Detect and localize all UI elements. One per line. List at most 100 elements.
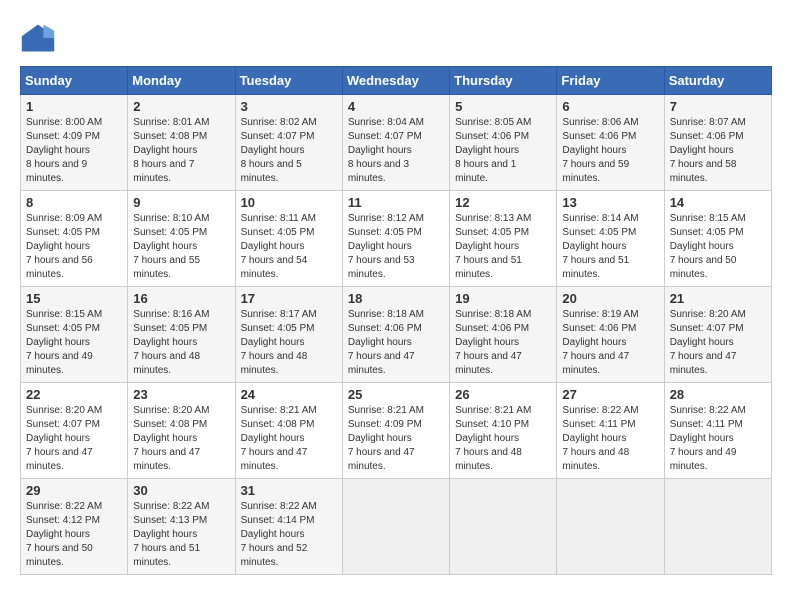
week-row-4: 22 Sunrise: 8:20 AM Sunset: 4:07 PM Dayl… <box>21 383 772 479</box>
week-row-2: 8 Sunrise: 8:09 AM Sunset: 4:05 PM Dayli… <box>21 191 772 287</box>
day-info: Sunrise: 8:20 AM Sunset: 4:07 PM Dayligh… <box>670 308 766 378</box>
day-number: 3 <box>241 99 337 114</box>
weekday-header-wednesday: Wednesday <box>342 67 449 95</box>
calendar-cell: 16 Sunrise: 8:16 AM Sunset: 4:05 PM Dayl… <box>128 287 235 383</box>
day-number: 15 <box>26 291 122 306</box>
day-number: 5 <box>455 99 551 114</box>
calendar-cell: 13 Sunrise: 8:14 AM Sunset: 4:05 PM Dayl… <box>557 191 664 287</box>
weekday-header-monday: Monday <box>128 67 235 95</box>
calendar-cell: 24 Sunrise: 8:21 AM Sunset: 4:08 PM Dayl… <box>235 383 342 479</box>
day-number: 29 <box>26 483 122 498</box>
day-info: Sunrise: 8:15 AM Sunset: 4:05 PM Dayligh… <box>26 308 122 378</box>
day-info: Sunrise: 8:02 AM Sunset: 4:07 PM Dayligh… <box>241 116 337 186</box>
day-number: 6 <box>562 99 658 114</box>
day-info: Sunrise: 8:21 AM Sunset: 4:09 PM Dayligh… <box>348 404 444 474</box>
calendar-cell: 22 Sunrise: 8:20 AM Sunset: 4:07 PM Dayl… <box>21 383 128 479</box>
day-info: Sunrise: 8:16 AM Sunset: 4:05 PM Dayligh… <box>133 308 229 378</box>
day-info: Sunrise: 8:22 AM Sunset: 4:11 PM Dayligh… <box>670 404 766 474</box>
weekday-header-saturday: Saturday <box>664 67 771 95</box>
day-number: 18 <box>348 291 444 306</box>
calendar-cell: 17 Sunrise: 8:17 AM Sunset: 4:05 PM Dayl… <box>235 287 342 383</box>
calendar-cell <box>557 479 664 575</box>
calendar-cell: 7 Sunrise: 8:07 AM Sunset: 4:06 PM Dayli… <box>664 95 771 191</box>
calendar-cell: 25 Sunrise: 8:21 AM Sunset: 4:09 PM Dayl… <box>342 383 449 479</box>
day-info: Sunrise: 8:17 AM Sunset: 4:05 PM Dayligh… <box>241 308 337 378</box>
calendar-cell: 12 Sunrise: 8:13 AM Sunset: 4:05 PM Dayl… <box>450 191 557 287</box>
day-number: 24 <box>241 387 337 402</box>
calendar-cell: 3 Sunrise: 8:02 AM Sunset: 4:07 PM Dayli… <box>235 95 342 191</box>
calendar-cell: 1 Sunrise: 8:00 AM Sunset: 4:09 PM Dayli… <box>21 95 128 191</box>
day-number: 31 <box>241 483 337 498</box>
day-number: 7 <box>670 99 766 114</box>
calendar-cell: 4 Sunrise: 8:04 AM Sunset: 4:07 PM Dayli… <box>342 95 449 191</box>
calendar-cell: 9 Sunrise: 8:10 AM Sunset: 4:05 PM Dayli… <box>128 191 235 287</box>
day-number: 27 <box>562 387 658 402</box>
day-number: 17 <box>241 291 337 306</box>
day-info: Sunrise: 8:13 AM Sunset: 4:05 PM Dayligh… <box>455 212 551 282</box>
day-info: Sunrise: 8:09 AM Sunset: 4:05 PM Dayligh… <box>26 212 122 282</box>
day-info: Sunrise: 8:21 AM Sunset: 4:10 PM Dayligh… <box>455 404 551 474</box>
logo <box>20 20 60 56</box>
day-number: 19 <box>455 291 551 306</box>
calendar-cell <box>342 479 449 575</box>
day-number: 10 <box>241 195 337 210</box>
calendar-cell: 26 Sunrise: 8:21 AM Sunset: 4:10 PM Dayl… <box>450 383 557 479</box>
weekday-header-thursday: Thursday <box>450 67 557 95</box>
day-number: 2 <box>133 99 229 114</box>
day-number: 20 <box>562 291 658 306</box>
weekday-header-row: SundayMondayTuesdayWednesdayThursdayFrid… <box>21 67 772 95</box>
calendar-cell: 15 Sunrise: 8:15 AM Sunset: 4:05 PM Dayl… <box>21 287 128 383</box>
calendar-cell: 21 Sunrise: 8:20 AM Sunset: 4:07 PM Dayl… <box>664 287 771 383</box>
calendar-cell: 20 Sunrise: 8:19 AM Sunset: 4:06 PM Dayl… <box>557 287 664 383</box>
day-info: Sunrise: 8:14 AM Sunset: 4:05 PM Dayligh… <box>562 212 658 282</box>
calendar-cell <box>450 479 557 575</box>
weekday-header-tuesday: Tuesday <box>235 67 342 95</box>
calendar-table: SundayMondayTuesdayWednesdayThursdayFrid… <box>20 66 772 575</box>
calendar-cell: 29 Sunrise: 8:22 AM Sunset: 4:12 PM Dayl… <box>21 479 128 575</box>
day-info: Sunrise: 8:21 AM Sunset: 4:08 PM Dayligh… <box>241 404 337 474</box>
day-info: Sunrise: 8:22 AM Sunset: 4:14 PM Dayligh… <box>241 500 337 570</box>
calendar-cell: 19 Sunrise: 8:18 AM Sunset: 4:06 PM Dayl… <box>450 287 557 383</box>
day-info: Sunrise: 8:12 AM Sunset: 4:05 PM Dayligh… <box>348 212 444 282</box>
calendar-cell: 5 Sunrise: 8:05 AM Sunset: 4:06 PM Dayli… <box>450 95 557 191</box>
calendar-cell: 18 Sunrise: 8:18 AM Sunset: 4:06 PM Dayl… <box>342 287 449 383</box>
weekday-header-friday: Friday <box>557 67 664 95</box>
day-number: 12 <box>455 195 551 210</box>
week-row-3: 15 Sunrise: 8:15 AM Sunset: 4:05 PM Dayl… <box>21 287 772 383</box>
calendar-cell <box>664 479 771 575</box>
day-info: Sunrise: 8:05 AM Sunset: 4:06 PM Dayligh… <box>455 116 551 186</box>
day-info: Sunrise: 8:22 AM Sunset: 4:12 PM Dayligh… <box>26 500 122 570</box>
calendar-cell: 8 Sunrise: 8:09 AM Sunset: 4:05 PM Dayli… <box>21 191 128 287</box>
calendar-cell: 10 Sunrise: 8:11 AM Sunset: 4:05 PM Dayl… <box>235 191 342 287</box>
day-number: 25 <box>348 387 444 402</box>
calendar-cell: 31 Sunrise: 8:22 AM Sunset: 4:14 PM Dayl… <box>235 479 342 575</box>
calendar-cell: 2 Sunrise: 8:01 AM Sunset: 4:08 PM Dayli… <box>128 95 235 191</box>
page-container: SundayMondayTuesdayWednesdayThursdayFrid… <box>20 20 772 575</box>
day-number: 22 <box>26 387 122 402</box>
calendar-cell: 11 Sunrise: 8:12 AM Sunset: 4:05 PM Dayl… <box>342 191 449 287</box>
day-number: 4 <box>348 99 444 114</box>
logo-icon <box>20 20 56 56</box>
day-info: Sunrise: 8:18 AM Sunset: 4:06 PM Dayligh… <box>455 308 551 378</box>
weekday-header-sunday: Sunday <box>21 67 128 95</box>
calendar-cell: 23 Sunrise: 8:20 AM Sunset: 4:08 PM Dayl… <box>128 383 235 479</box>
header <box>20 20 772 56</box>
day-number: 16 <box>133 291 229 306</box>
day-info: Sunrise: 8:01 AM Sunset: 4:08 PM Dayligh… <box>133 116 229 186</box>
calendar-cell: 30 Sunrise: 8:22 AM Sunset: 4:13 PM Dayl… <box>128 479 235 575</box>
day-number: 30 <box>133 483 229 498</box>
calendar-cell: 14 Sunrise: 8:15 AM Sunset: 4:05 PM Dayl… <box>664 191 771 287</box>
day-number: 28 <box>670 387 766 402</box>
day-info: Sunrise: 8:10 AM Sunset: 4:05 PM Dayligh… <box>133 212 229 282</box>
calendar-cell: 6 Sunrise: 8:06 AM Sunset: 4:06 PM Dayli… <box>557 95 664 191</box>
calendar-cell: 27 Sunrise: 8:22 AM Sunset: 4:11 PM Dayl… <box>557 383 664 479</box>
day-info: Sunrise: 8:00 AM Sunset: 4:09 PM Dayligh… <box>26 116 122 186</box>
day-number: 23 <box>133 387 229 402</box>
day-info: Sunrise: 8:20 AM Sunset: 4:08 PM Dayligh… <box>133 404 229 474</box>
week-row-5: 29 Sunrise: 8:22 AM Sunset: 4:12 PM Dayl… <box>21 479 772 575</box>
day-number: 9 <box>133 195 229 210</box>
day-info: Sunrise: 8:06 AM Sunset: 4:06 PM Dayligh… <box>562 116 658 186</box>
day-number: 11 <box>348 195 444 210</box>
day-number: 8 <box>26 195 122 210</box>
day-info: Sunrise: 8:22 AM Sunset: 4:13 PM Dayligh… <box>133 500 229 570</box>
